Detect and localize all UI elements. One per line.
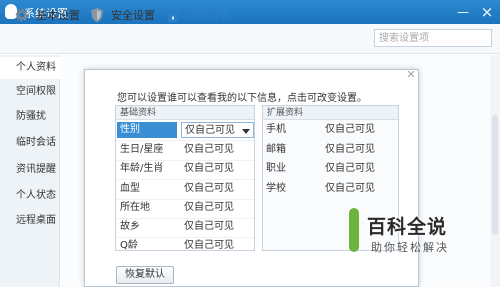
leaf-logo-icon (349, 208, 359, 252)
tab-label: 安全设置 (111, 9, 155, 22)
sidebar-item-temp-session[interactable]: 临时会话 (0, 132, 60, 154)
sidebar-item-profile[interactable]: 个人资料 (0, 57, 60, 79)
tab-label: 基本设置 (36, 9, 80, 22)
watermark-title: 百科全说 (367, 216, 448, 238)
chevron-down-icon (242, 129, 250, 134)
visibility-value-q-age[interactable]: 仅自己可见 (181, 238, 251, 254)
visibility-dropdown-gender[interactable]: 仅自己可见 (181, 122, 254, 138)
gear-icon (15, 8, 29, 22)
sidebar: 个人资料 空间权限 防骚扰 临时会话 资讯提醒 个人状态 远程桌面 (0, 55, 60, 287)
watermark-subtitle: 助你轻松解决 (371, 241, 449, 254)
visibility-value-school[interactable]: 仅自己可见 (325, 181, 395, 197)
visibility-value-email[interactable]: 仅自己可见 (325, 142, 395, 158)
field-label-email[interactable]: 邮箱 (266, 142, 306, 158)
extended-info-header: 扩展资料 (263, 106, 398, 120)
tab-security-settings[interactable]: 安全设置 (89, 7, 155, 23)
tab-permission-settings[interactable]: 权限设置 (165, 7, 231, 23)
field-label-school[interactable]: 学校 (266, 181, 306, 197)
row-divider (116, 179, 254, 180)
tab-basic-settings[interactable]: 基本设置 (14, 7, 80, 23)
sidebar-item-remote-desktop[interactable]: 远程桌面 (0, 210, 60, 232)
visibility-value-hometown[interactable]: 仅自己可见 (181, 219, 251, 235)
restore-default-button[interactable]: 恢复默认 (116, 266, 174, 284)
sidebar-item-personal-status[interactable]: 个人状态 (0, 185, 60, 207)
field-label-occupation[interactable]: 职业 (266, 161, 306, 177)
sidebar-item-anti-harassment[interactable]: 防骚扰 (0, 106, 60, 128)
tab-label: 权限设置 (187, 9, 231, 22)
shield-icon (91, 8, 103, 22)
visibility-value-phone[interactable]: 仅自己可见 (325, 122, 395, 138)
visibility-value-age[interactable]: 仅自己可见 (181, 161, 251, 177)
visibility-value-location[interactable]: 仅自己可见 (181, 200, 251, 216)
field-label-blood-type[interactable]: 血型 (117, 181, 177, 197)
watermark-logo: 百科全说 助你轻松解决 (349, 200, 493, 264)
row-divider (116, 140, 254, 141)
sidebar-item-space-permission[interactable]: 空间权限 (0, 81, 60, 103)
visibility-value-birthday[interactable]: 仅自己可见 (181, 142, 251, 158)
field-label-gender[interactable]: 性别 (117, 122, 177, 138)
visibility-value-blood-type[interactable]: 仅自己可见 (181, 181, 251, 197)
field-label-hometown[interactable]: 故乡 (117, 219, 177, 235)
field-label-birthday[interactable]: 生日/星座 (117, 142, 177, 158)
field-label-location[interactable]: 所在地 (117, 200, 177, 216)
search-input[interactable] (374, 29, 492, 47)
dropdown-value: 仅自己可见 (185, 125, 235, 136)
visibility-value-occupation[interactable]: 仅自己可见 (325, 161, 395, 177)
field-label-age[interactable]: 年龄/生肖 (117, 161, 177, 177)
dialog-notice: 您可以设置谁可以查看我的以下信息，点击可改变设置。 (117, 93, 367, 104)
minimize-button[interactable]: — (454, 3, 472, 21)
field-label-q-age[interactable]: Q龄 (117, 238, 177, 254)
lock-icon (168, 7, 178, 22)
basic-info-header: 基础资料 (116, 106, 254, 120)
sidebar-item-news-reminder[interactable]: 资讯提醒 (0, 159, 60, 181)
dialog-close-icon[interactable]: ✕ (405, 69, 417, 81)
field-label-phone[interactable]: 手机 (266, 122, 306, 138)
close-button[interactable]: × (478, 3, 496, 21)
